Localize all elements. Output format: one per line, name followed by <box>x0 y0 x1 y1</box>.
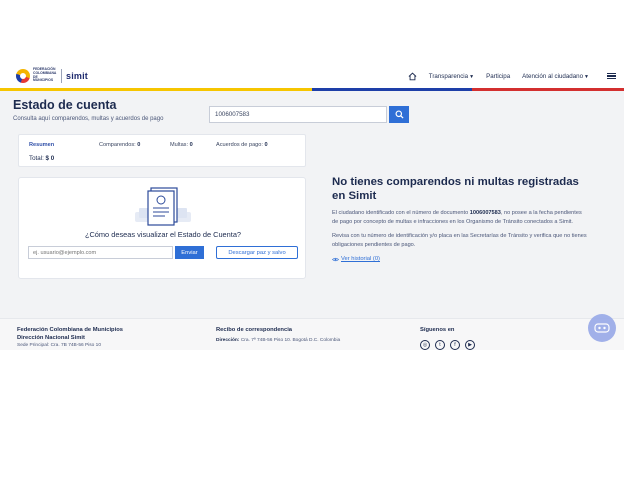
total-label: Total: <box>29 155 44 162</box>
search-input[interactable] <box>209 106 387 123</box>
nav-participa-label: Participa <box>486 72 511 80</box>
result-panel: No tienes comparendos ni multas registra… <box>332 176 588 262</box>
comparendos-count: Comparendos: 0 <box>99 142 140 148</box>
nav-transparencia[interactable]: Transparencia▼ <box>429 73 474 80</box>
site-footer: Federación Colombiana de Municipios Dire… <box>0 318 624 350</box>
nav-participa[interactable]: Participa <box>486 73 510 80</box>
site-header: FEDERACIÓN COLOMBIANA DE MUNICIPIOS simi… <box>0 64 624 88</box>
simit-logo[interactable]: FEDERACIÓN COLOMBIANA DE MUNICIPIOS simi… <box>16 67 89 83</box>
history-link[interactable]: Ver historial (0) <box>332 256 588 262</box>
chevron-down-icon: ▼ <box>469 73 475 80</box>
footer-address-text: Cra. 7ª 74B-56 Piso 10. Bogotá D.C. Colo… <box>240 337 341 343</box>
summary-panel: Resumen Comparendos: 0 Multas: 0 Acuerdo… <box>18 134 306 167</box>
acuerdos-count: Acuerdos de pago: 0 <box>216 142 268 148</box>
multas-value: 0 <box>189 142 193 148</box>
export-question: ¿Cómo deseas visualizar el Estado de Cue… <box>84 230 242 239</box>
logo-federation-text: FEDERACIÓN COLOMBIANA DE MUNICIPIOS <box>33 67 57 83</box>
footer-org-address: Sede Principal: Cra. 7B 74B-56 Piso 10 <box>17 343 101 349</box>
multas-label: Multas: <box>170 142 189 148</box>
page-title: Estado de cuenta <box>13 98 117 112</box>
result-document-number: 1006007583 <box>469 210 501 216</box>
search-button[interactable] <box>389 106 409 123</box>
footer-correspondence: Recibo de correspondencia Dirección: Cra… <box>216 327 340 343</box>
eye-icon <box>332 257 339 262</box>
acuerdos-value: 0 <box>264 142 268 148</box>
footer-org-name: Federación Colombiana de Municipios <box>17 327 123 333</box>
export-card: ¿Cómo deseas visualizar el Estado de Cue… <box>18 177 306 279</box>
chat-assistant-button[interactable] <box>588 314 616 342</box>
twitter-icon[interactable]: t <box>435 339 445 350</box>
result-paragraph: El ciudadano identificado con el número … <box>332 209 588 226</box>
youtube-icon[interactable]: ▶ <box>465 339 475 350</box>
search-icon <box>394 110 404 119</box>
history-label: Ver historial (0) <box>341 256 380 263</box>
result-advice: Revisa con tu número de identificación y… <box>332 233 587 248</box>
facebook-icon[interactable]: f <box>450 339 460 350</box>
hamburger-menu-icon[interactable] <box>607 71 616 81</box>
main-content: Estado de cuenta Consulta aquí comparend… <box>0 91 624 318</box>
footer-address-label: Dirección: <box>216 337 240 343</box>
download-paz-y-salvo-button[interactable]: Descargar paz y salvo <box>216 246 298 259</box>
logo-divider <box>61 68 62 83</box>
nav-atencion[interactable]: Atención al ciudadano▼ <box>522 73 589 80</box>
home-icon[interactable] <box>408 72 417 81</box>
search-bar <box>209 106 409 123</box>
nav-transparencia-label: Transparencia <box>428 72 469 80</box>
summary-label: Resumen <box>29 142 55 148</box>
social-links: ◎ t f ▶ <box>420 339 480 350</box>
email-field[interactable] <box>28 246 173 259</box>
comparendos-value: 0 <box>137 142 141 148</box>
nav-atencion-label: Atención al ciudadano <box>522 72 584 80</box>
footer-org: Federación Colombiana de Municipios Dire… <box>17 327 123 348</box>
total-value: $ 0 <box>45 155 55 162</box>
certificate-document-icon <box>135 187 191 226</box>
footer-social: Síguenos en ◎ t f ▶ <box>420 327 480 350</box>
logo-brand: simit <box>66 70 89 81</box>
summary-total: Total: $ 0 <box>29 155 54 162</box>
footer-social-title: Síguenos en <box>420 327 455 333</box>
multas-count: Multas: 0 <box>170 142 193 148</box>
result-text-pre: El ciudadano identificado con el número … <box>332 210 470 216</box>
comparendos-label: Comparendos: <box>99 142 136 148</box>
instagram-icon[interactable]: ◎ <box>420 339 430 350</box>
fcm-logo-icon <box>16 68 30 83</box>
footer-correspondence-title: Recibo de correspondencia <box>216 327 293 333</box>
chatbot-icon <box>594 323 610 333</box>
chevron-down-icon: ▼ <box>584 73 589 80</box>
page-subtitle: Consulta aquí comparendos, multas y acue… <box>13 116 164 122</box>
footer-correspondence-address: Dirección: Cra. 7ª 74B-56 Piso 10. Bogot… <box>216 338 340 343</box>
acuerdos-label: Acuerdos de pago: <box>216 142 263 148</box>
send-button[interactable]: Enviar <box>175 246 204 259</box>
footer-org-division: Dirección Nacional Simit <box>17 334 85 341</box>
result-title: No tienes comparendos ni multas registra… <box>332 176 579 202</box>
main-nav: Transparencia▼ Participa Atención al ciu… <box>408 64 624 88</box>
